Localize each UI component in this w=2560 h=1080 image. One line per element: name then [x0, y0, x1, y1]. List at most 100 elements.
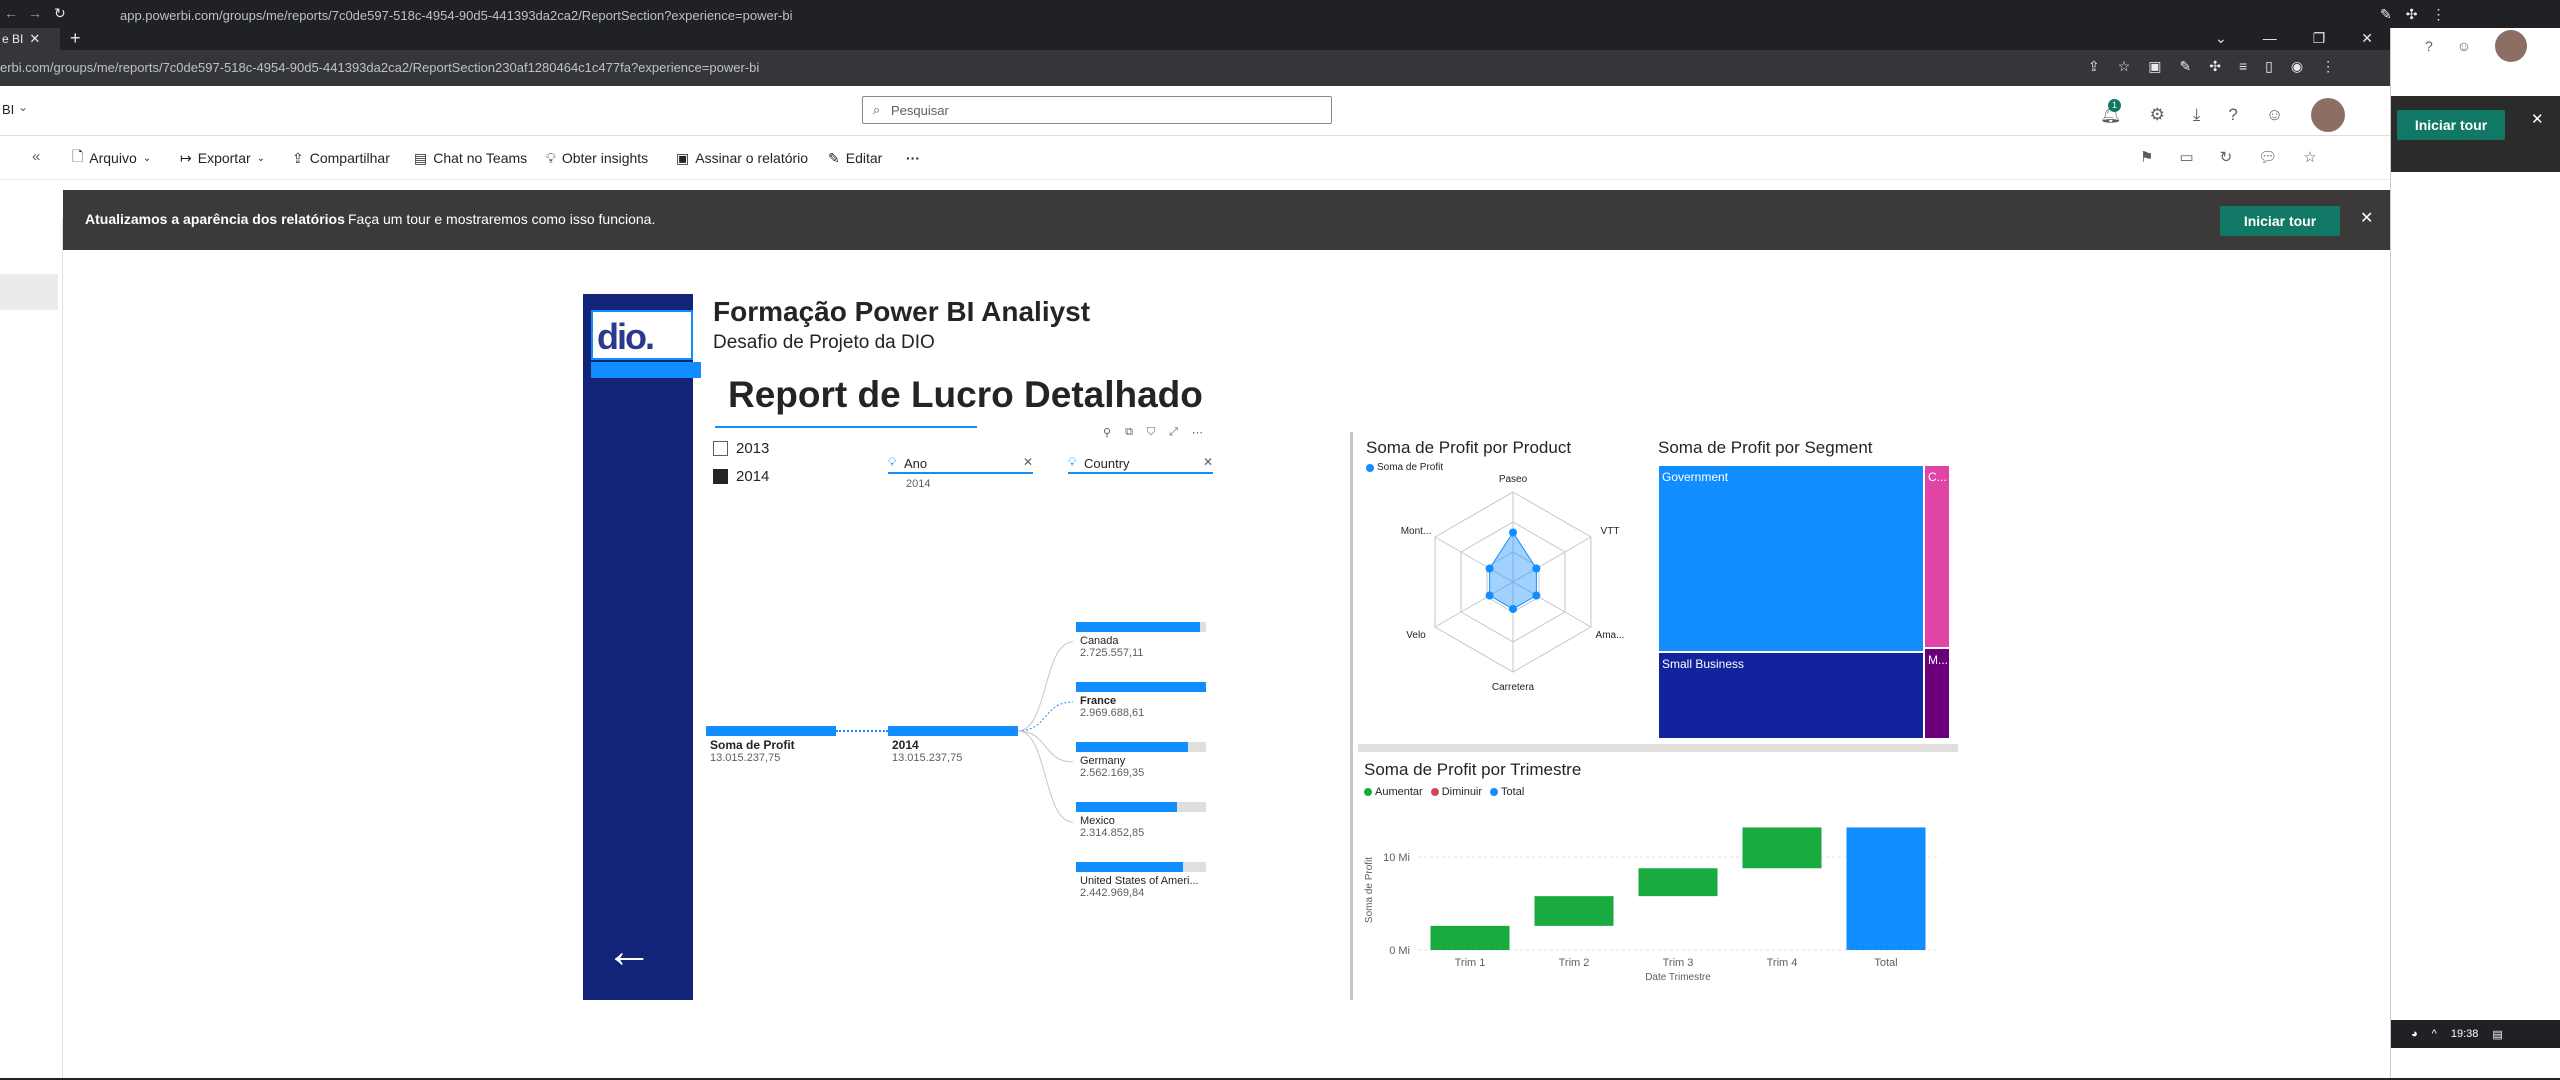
chevron-down-icon[interactable]: ⌄	[2215, 30, 2227, 47]
root-bar[interactable]	[706, 726, 836, 736]
more-icon[interactable]: ⋯	[1192, 426, 1203, 439]
legend-item[interactable]: Aumentar	[1364, 786, 1423, 798]
slicer-item-2013[interactable]: 2013	[713, 434, 769, 462]
extension-icon[interactable]: ▣	[2148, 58, 2161, 75]
filter-country[interactable]: 💡︎ Country ✕	[1068, 454, 1213, 474]
star-icon[interactable]: ☆	[2118, 58, 2131, 75]
close-icon[interactable]: ✕	[2360, 208, 2373, 228]
waterfall-bar[interactable]	[1846, 827, 1926, 950]
close-icon[interactable]: ✕	[2531, 110, 2544, 128]
radar-point[interactable]	[1532, 564, 1541, 573]
radar-point[interactable]	[1532, 591, 1541, 600]
country-node[interactable]: France 2.969.688,61	[1076, 682, 1206, 719]
radar-point[interactable]	[1509, 605, 1517, 613]
treemap-tile[interactable]: C...	[1924, 465, 1950, 648]
help-icon[interactable]: ?	[2425, 38, 2433, 54]
year-bar[interactable]	[888, 726, 1018, 736]
legend-item[interactable]: Total	[1490, 786, 1524, 798]
feedback-icon[interactable]: ☺	[2266, 105, 2283, 125]
waterfall-bar[interactable]	[1638, 868, 1718, 897]
notification-icon[interactable]: ◕	[2411, 1028, 2418, 1040]
editar-button[interactable]: ✎ Editar	[828, 136, 882, 180]
help-icon[interactable]: ?	[2228, 105, 2237, 125]
waterfall-bar[interactable]	[1534, 896, 1614, 926]
copy-icon[interactable]: ⧉	[1125, 426, 1133, 439]
forward-arrow-icon[interactable]: →	[28, 5, 42, 21]
back-url[interactable]: app.powerbi.com/groups/me/reports/7c0de5…	[120, 8, 792, 23]
browser-tab[interactable]: e BI ✕	[0, 28, 60, 50]
profile-icon[interactable]: ◉	[2291, 58, 2303, 75]
new-tab-icon[interactable]: +	[70, 28, 81, 49]
refresh-icon[interactable]: ↻	[2220, 148, 2233, 166]
bookmark-icon[interactable]: ⚑	[2140, 148, 2153, 166]
focus-icon[interactable]: ⤢	[1169, 426, 1178, 439]
assinar-button[interactable]: ▣ Assinar o relatório	[676, 136, 808, 180]
favorite-icon[interactable]: ☆	[2303, 148, 2316, 166]
back-arrow-icon[interactable]: ←	[605, 924, 653, 979]
extension-icon[interactable]: ✎	[2380, 6, 2392, 23]
treemap-tile[interactable]: Small Business	[1658, 652, 1924, 739]
search-box[interactable]: ⌕ Pesquisar	[862, 96, 1332, 124]
slicer-item-2014[interactable]: 2014	[713, 462, 769, 490]
comment-icon[interactable]: 💬︎	[2258, 148, 2277, 166]
legend-item[interactable]: Diminuir	[1430, 786, 1482, 798]
pin-icon[interactable]: ⚲	[1103, 426, 1111, 439]
wrench-icon[interactable]: ✎	[2180, 58, 2192, 75]
radar-point[interactable]	[1509, 528, 1517, 537]
treemap-tile[interactable]: Government	[1658, 465, 1924, 652]
compartilhar-button[interactable]: ⇪ Compartilhar	[292, 136, 390, 180]
puzzle-icon[interactable]: ✣	[2209, 58, 2221, 75]
country-node[interactable]: Germany 2.562.169,35	[1076, 742, 1206, 779]
url-text[interactable]: erbi.com/groups/me/reports/7c0de597-518c…	[0, 60, 759, 75]
close-window-icon[interactable]: ✕	[2361, 30, 2373, 47]
menu-icon[interactable]: ⋮	[2321, 58, 2335, 75]
chevron-down-icon[interactable]: ⌄	[18, 100, 28, 114]
puzzle-icon[interactable]: ✣	[2406, 6, 2418, 23]
reload-icon[interactable]: ↻	[54, 5, 66, 22]
filter-icon[interactable]: ⛉	[1147, 426, 1155, 439]
search-placeholder[interactable]: Pesquisar	[891, 103, 949, 118]
view-icon[interactable]: ▭	[2179, 148, 2193, 166]
gear-icon[interactable]: ⚙	[2150, 105, 2165, 125]
back-arrow-icon[interactable]: ←	[4, 5, 18, 21]
radar-point[interactable]	[1485, 591, 1494, 600]
checkbox-2013[interactable]	[713, 440, 728, 456]
waterfall-bar[interactable]	[1430, 925, 1510, 950]
sidebar-icon[interactable]: ▯	[2265, 58, 2273, 75]
avatar[interactable]	[2311, 98, 2346, 132]
collapse-nav-icon[interactable]: «	[32, 148, 40, 165]
country-node[interactable]: Mexico 2.314.852,85	[1076, 802, 1206, 839]
avatar[interactable]	[2495, 30, 2528, 62]
checkbox-2014[interactable]	[713, 468, 728, 484]
action-center-icon[interactable]: ▤	[2492, 1028, 2502, 1041]
iniciar-tour-button[interactable]: Iniciar tour	[2397, 110, 2505, 140]
country-node[interactable]: Canada 2.725.557,11	[1076, 622, 1206, 659]
waterfall-bar[interactable]	[1742, 827, 1822, 869]
feedback-icon[interactable]: ☺	[2457, 38, 2471, 54]
more-options-button[interactable]: ···	[906, 136, 920, 180]
filter-ano[interactable]: 💡︎ Ano ✕	[888, 454, 1033, 474]
exportar-button[interactable]: ↦ Exportar ⌄	[180, 136, 265, 180]
close-tab-icon[interactable]: ✕	[29, 31, 40, 47]
chevron-up-icon[interactable]: ^	[2432, 1028, 2437, 1040]
download-icon[interactable]: ⤓	[2193, 105, 2201, 125]
close-icon[interactable]: ✕	[1023, 455, 1033, 469]
share-icon[interactable]: ⇪	[2088, 58, 2100, 75]
minimize-icon[interactable]: —	[2263, 30, 2277, 47]
arquivo-button[interactable]: 🗋︎ Arquivo ⌄	[72, 136, 151, 180]
report-subtitle: Desafio de Projeto da DIO	[713, 332, 935, 353]
radar-point[interactable]	[1485, 564, 1494, 573]
reading-list-icon[interactable]: ≡	[2239, 58, 2247, 75]
insights-button[interactable]: 💡︎ Obter insights	[546, 136, 648, 180]
nav-item-selected[interactable]	[0, 274, 58, 310]
close-icon[interactable]: ✕	[1203, 455, 1213, 469]
treemap-tile[interactable]: M...	[1924, 648, 1950, 739]
restore-icon[interactable]: ❐	[2313, 30, 2326, 47]
chat-teams-button[interactable]: ▤ Chat no Teams	[414, 136, 527, 180]
app-label[interactable]: BI	[2, 102, 14, 117]
bell-icon[interactable]: 🔔︎ 1	[2100, 99, 2122, 125]
iniciar-tour-button[interactable]: Iniciar tour	[2220, 206, 2340, 236]
search-icon: ⌕	[873, 102, 881, 117]
menu-icon[interactable]: ⋮	[2431, 6, 2445, 23]
country-node[interactable]: United States of Ameri... 2.442.969,84	[1076, 862, 1206, 899]
